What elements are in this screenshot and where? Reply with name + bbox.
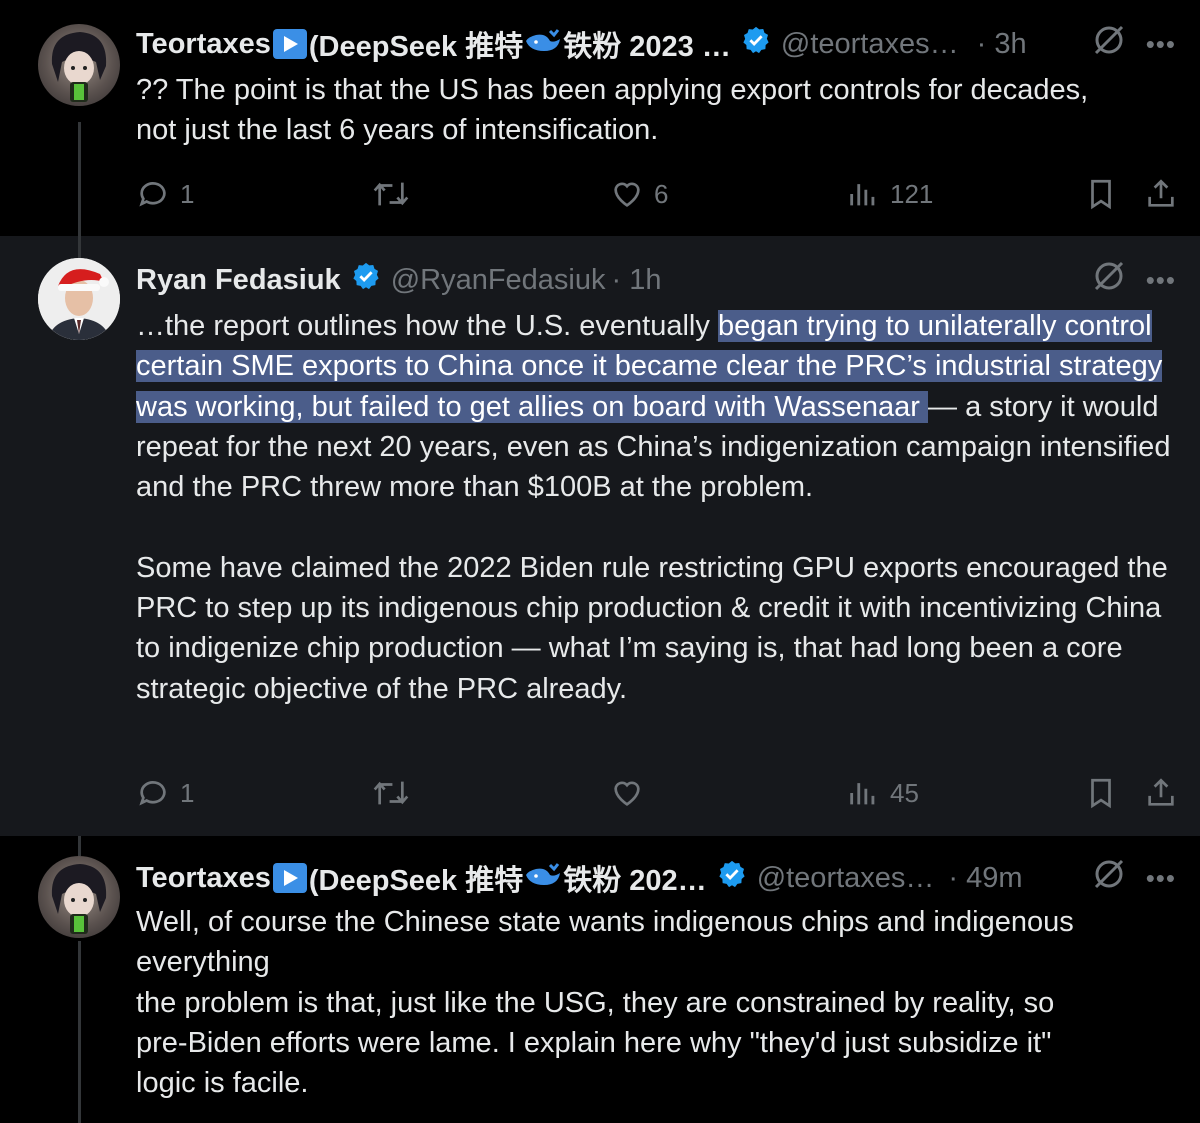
timestamp[interactable]: · 49m xyxy=(948,862,1022,895)
retweet-button[interactable] xyxy=(372,174,410,214)
author-name-suffix-2: 铁粉 2023 … xyxy=(563,31,731,63)
like-count: 6 xyxy=(654,178,669,209)
author-name[interactable]: Ryan Fedasiuk xyxy=(136,264,341,297)
share-button[interactable] xyxy=(1144,773,1178,813)
text-line: pre-Biden efforts were lame. I explain h… xyxy=(136,1026,1052,1059)
more-icon[interactable]: ••• xyxy=(1146,29,1176,60)
thread-line xyxy=(78,941,81,1123)
like-button[interactable] xyxy=(610,773,644,813)
views-count: 45 xyxy=(890,777,919,808)
more-icon[interactable]: ••• xyxy=(1146,265,1176,296)
verified-icon xyxy=(741,25,771,63)
avatar[interactable] xyxy=(38,258,120,340)
reply-icon xyxy=(139,182,166,207)
tweet-1[interactable]: Teortaxes (DeepSeek 推特 铁粉 2023 … @teorta… xyxy=(0,0,1200,236)
author-name-suffix: (DeepSeek 推特 xyxy=(308,865,524,897)
text-line: not just the last 6 years of intensifica… xyxy=(136,114,659,147)
tweet-header: Ryan Fedasiuk @RyanFedasiuk · 1h ••• xyxy=(136,260,1176,300)
reply-count: 1 xyxy=(180,178,195,209)
thread-line xyxy=(78,122,81,236)
share-button[interactable] xyxy=(1144,174,1178,214)
avatar[interactable] xyxy=(38,24,120,106)
like-icon xyxy=(614,182,640,207)
text-line: logic is facile. xyxy=(136,1067,309,1100)
text-line: the problem is that, just like the USG, … xyxy=(136,986,1055,1019)
text-run: …the report outlines how the U.S. eventu… xyxy=(136,310,718,342)
share-icon xyxy=(1148,179,1174,207)
author-handle[interactable]: @teortaxes… xyxy=(757,862,935,895)
reply-icon xyxy=(139,781,166,806)
whale-icon xyxy=(524,27,562,61)
tweet-3[interactable]: Teortaxes (DeepSeek 推特 铁粉 202… @teortaxe… xyxy=(0,836,1200,1123)
verified-icon xyxy=(351,261,381,299)
paragraph-2: Some have claimed the 2022 Biden rule re… xyxy=(136,551,1168,705)
like-button[interactable]: 6 xyxy=(610,174,668,214)
author-name-suffix: (DeepSeek 推特 xyxy=(308,31,524,63)
play-icon xyxy=(272,863,307,893)
thread-line xyxy=(78,236,81,258)
text-line: everything xyxy=(136,946,270,979)
text-line: ?? The point is that the US has been app… xyxy=(136,74,1089,106)
author-name[interactable]: Teortaxes xyxy=(136,28,271,61)
action-bar: 1 45 xyxy=(136,773,1180,813)
text-line: Well, of course the Chinese state wants … xyxy=(136,906,1074,938)
tweet-2[interactable]: Ryan Fedasiuk @RyanFedasiuk · 1h ••• …th… xyxy=(0,236,1200,836)
author-handle[interactable]: @teortaxes… xyxy=(781,28,959,61)
grok-icon[interactable] xyxy=(1092,259,1126,301)
grok-icon[interactable] xyxy=(1092,857,1126,899)
grok-icon[interactable] xyxy=(1092,23,1126,65)
tweet-text: Well, of course the Chinese state wants … xyxy=(136,902,1186,1103)
tweet-text: …the report outlines how the U.S. eventu… xyxy=(136,306,1181,709)
timestamp[interactable]: · 1h xyxy=(612,264,662,297)
bookmark-icon xyxy=(1091,778,1111,809)
action-bar: 1 6 121 xyxy=(136,174,1180,214)
retweet-icon xyxy=(373,182,409,206)
author-name-suffix-2: 铁粉 202… xyxy=(563,865,707,897)
more-icon[interactable]: ••• xyxy=(1146,863,1176,894)
views-icon xyxy=(850,184,875,206)
thread-line xyxy=(78,836,81,856)
retweet-icon xyxy=(373,781,409,805)
views-count: 121 xyxy=(890,178,934,209)
play-icon xyxy=(272,29,307,59)
retweet-button[interactable] xyxy=(372,773,410,813)
reply-button[interactable]: 1 xyxy=(136,174,194,214)
verified-icon xyxy=(717,859,747,897)
share-icon xyxy=(1148,778,1174,806)
views-button[interactable]: 121 xyxy=(846,174,933,214)
views-icon xyxy=(850,783,875,805)
bookmark-button[interactable] xyxy=(1084,773,1118,813)
author-handle[interactable]: @RyanFedasiuk xyxy=(391,264,606,297)
avatar[interactable] xyxy=(38,856,120,938)
paragraph-1: …the report outlines how the U.S. eventu… xyxy=(136,306,1181,507)
bookmark-button[interactable] xyxy=(1084,174,1118,214)
reply-count: 1 xyxy=(180,777,195,808)
reply-button[interactable]: 1 xyxy=(136,773,194,813)
tweet-text: ?? The point is that the US has been app… xyxy=(136,70,1186,151)
whale-icon xyxy=(524,861,562,895)
like-icon xyxy=(614,781,640,806)
author-name[interactable]: Teortaxes xyxy=(136,862,271,895)
timestamp[interactable]: · 3h xyxy=(977,28,1027,61)
tweet-header: Teortaxes (DeepSeek 推特 铁粉 2023 … @teorta… xyxy=(136,24,1176,64)
tweet-header: Teortaxes (DeepSeek 推特 铁粉 202… @teortaxe… xyxy=(136,858,1176,898)
bookmark-icon xyxy=(1091,179,1111,210)
views-button[interactable]: 45 xyxy=(846,773,919,813)
